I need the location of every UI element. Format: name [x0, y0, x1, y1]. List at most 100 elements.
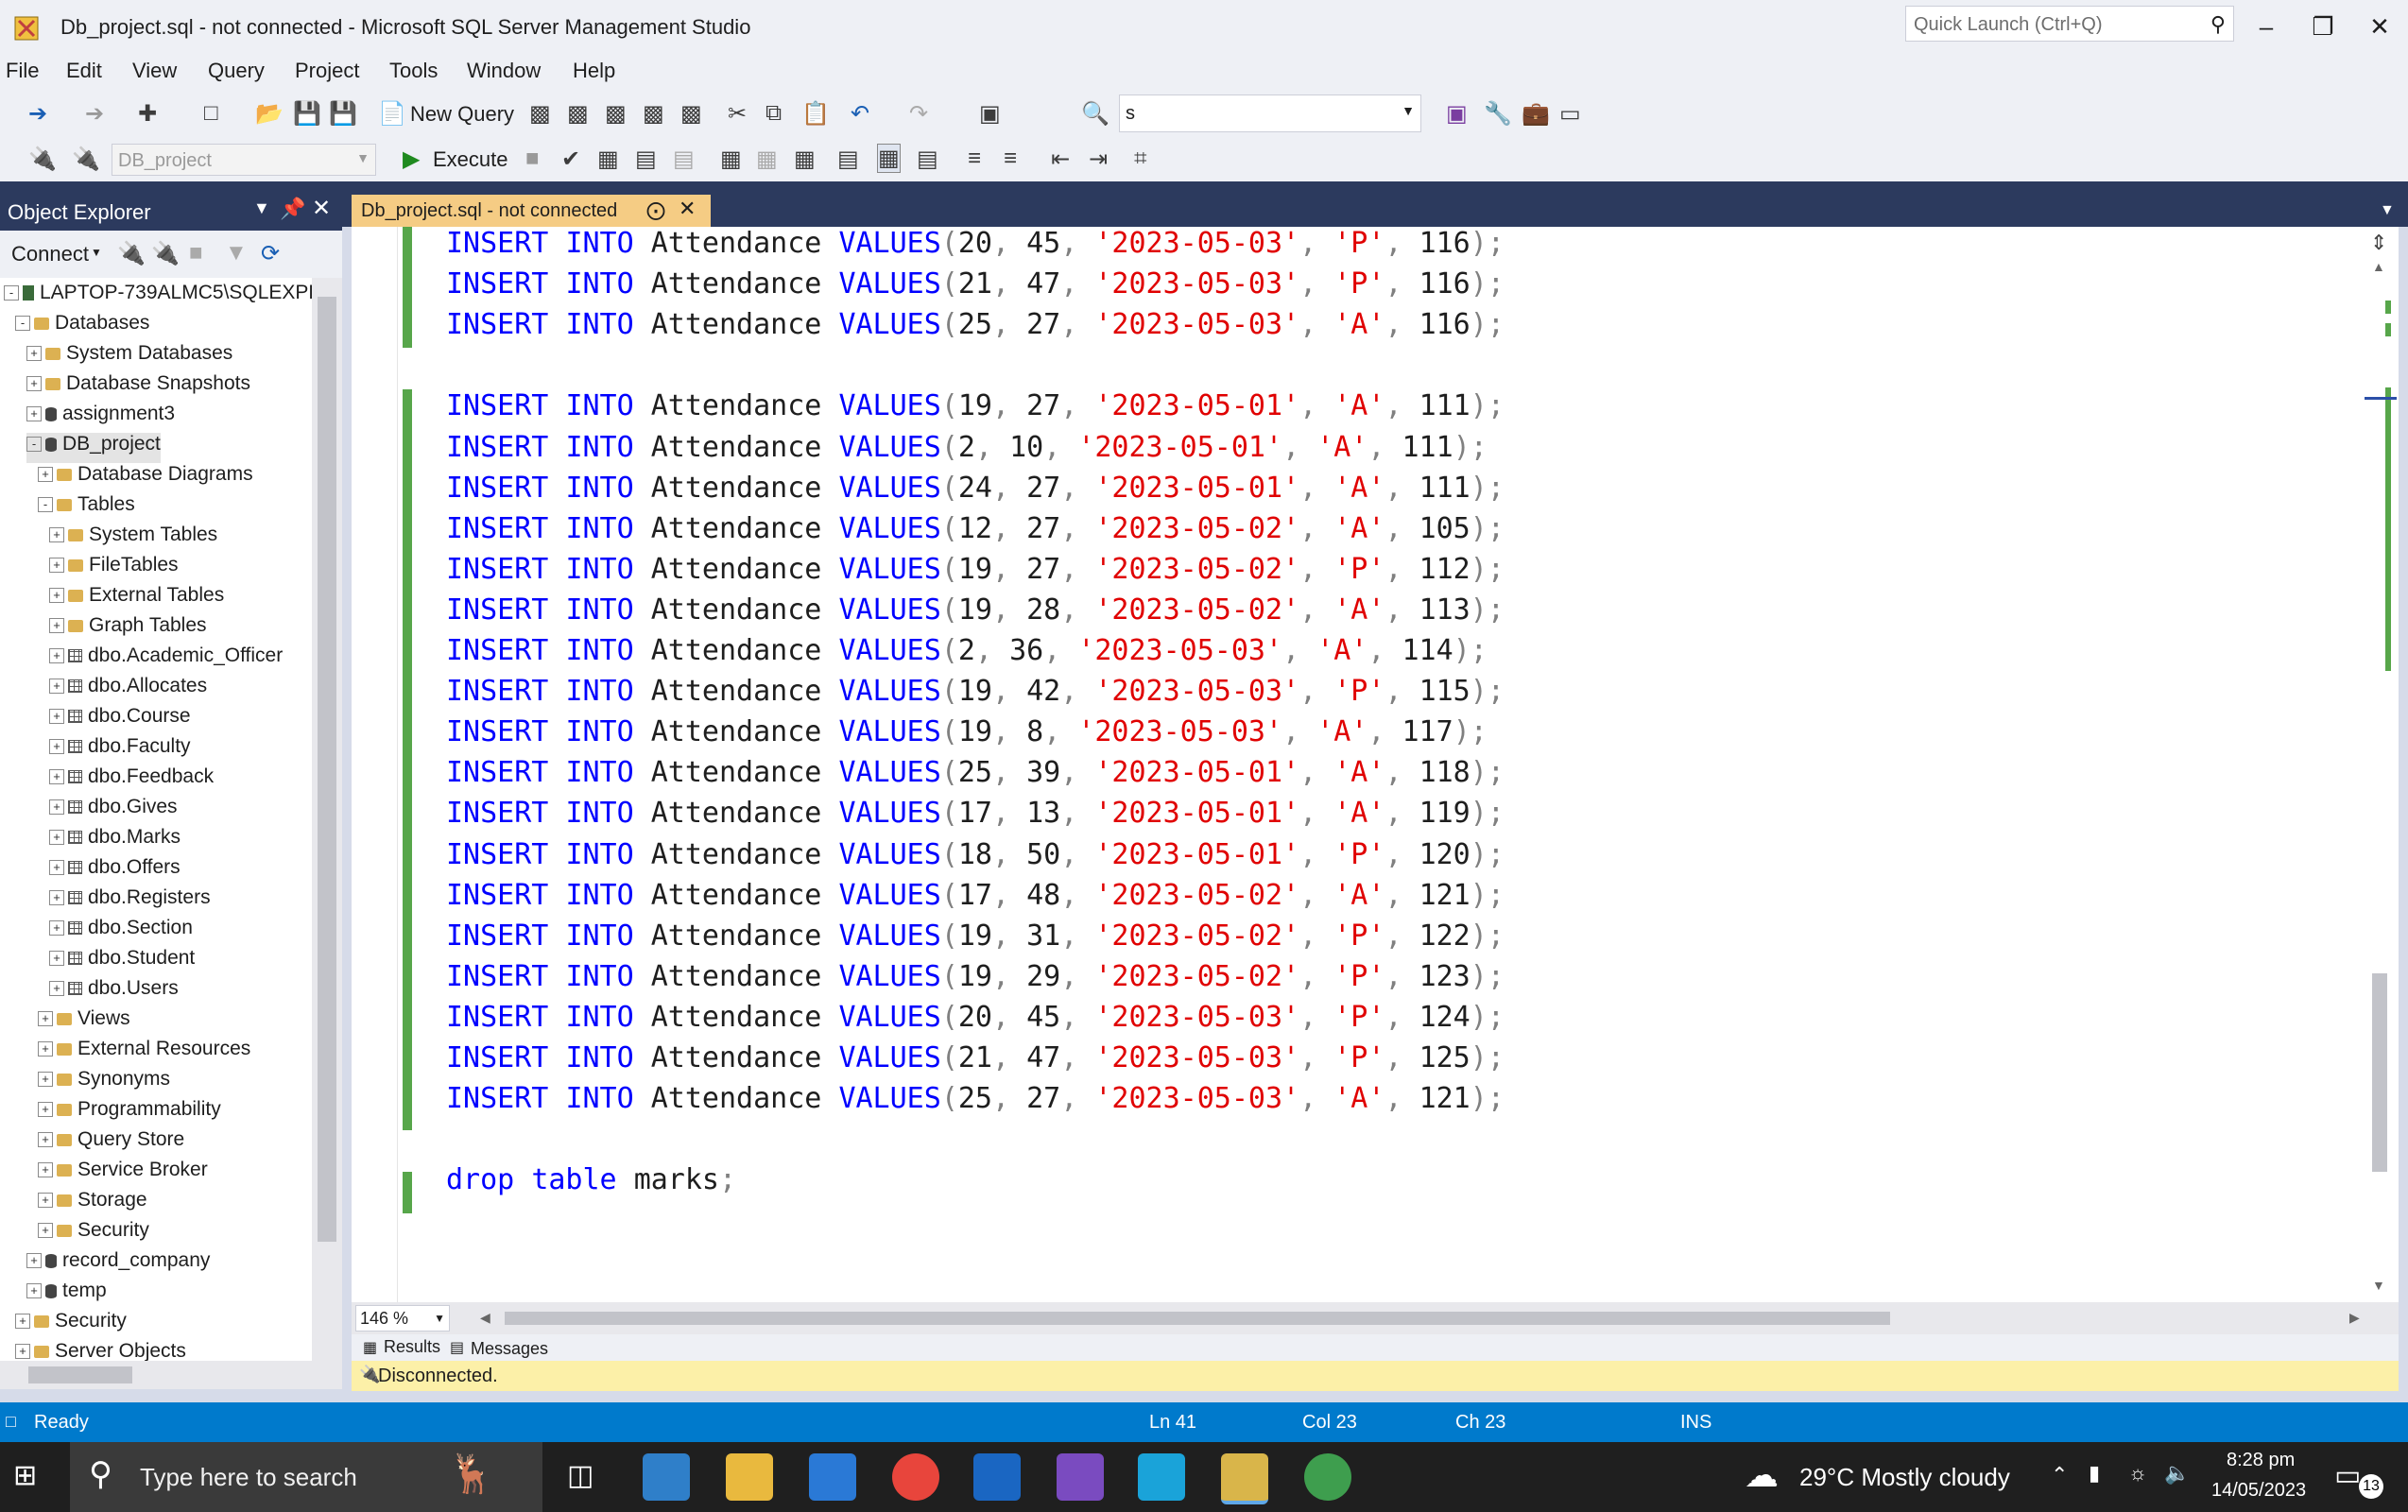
code-line[interactable]: INSERT INTO Attendance VALUES(17, 13, '2…: [446, 797, 1505, 836]
properties-wrench-icon[interactable]: 🔧: [1484, 100, 1512, 128]
expand-icon[interactable]: +: [49, 920, 64, 936]
decrease-indent-icon[interactable]: ⇤: [1051, 146, 1070, 173]
notifications-icon[interactable]: ▭: [2334, 1459, 2361, 1492]
tree-node[interactable]: + dbo.Feedback: [49, 765, 214, 796]
tree-node[interactable]: - Tables: [38, 493, 135, 524]
code-line[interactable]: INSERT INTO Attendance VALUES(21, 47, '2…: [446, 267, 1505, 307]
stop-icon[interactable]: ■: [525, 146, 540, 172]
tree-node[interactable]: + temp: [26, 1280, 107, 1310]
activity-monitor-icon[interactable]: ▣: [979, 100, 1001, 128]
menu-edit[interactable]: Edit: [66, 59, 102, 83]
code-line[interactable]: INSERT INTO Attendance VALUES(19, 42, '2…: [446, 675, 1505, 714]
expand-icon[interactable]: +: [26, 1283, 42, 1299]
microsoft-store-icon[interactable]: [809, 1453, 856, 1501]
expand-icon[interactable]: +: [49, 648, 64, 664]
menu-tools[interactable]: Tools: [389, 59, 438, 83]
tab-messages[interactable]: Messages: [471, 1339, 548, 1359]
expand-icon[interactable]: +: [49, 799, 64, 816]
chrome-icon[interactable]: [892, 1453, 939, 1501]
code-line[interactable]: INSERT INTO Attendance VALUES(18, 50, '2…: [446, 838, 1505, 878]
database-selector[interactable]: DB_project ▼: [112, 144, 376, 176]
close-icon[interactable]: ✕: [312, 195, 331, 222]
code-line[interactable]: INSERT INTO Attendance VALUES(19, 29, '2…: [446, 960, 1505, 1000]
save-all-icon[interactable]: 💾: [329, 100, 357, 128]
parse-check-icon[interactable]: ✔: [561, 146, 580, 173]
volume-icon[interactable]: 🔈: [2164, 1461, 2190, 1486]
query-analysis-icon[interactable]: ▩: [680, 100, 702, 128]
tree-node[interactable]: + FileTables: [49, 554, 179, 584]
weather-text[interactable]: 29°C Mostly cloudy: [1799, 1463, 2010, 1492]
comment-icon[interactable]: ≡: [968, 146, 981, 172]
disconnect-icon[interactable]: 🔌: [151, 240, 180, 267]
tree-node[interactable]: + dbo.Faculty: [49, 735, 191, 765]
copy-icon[interactable]: ⧉: [765, 100, 782, 127]
expand-icon[interactable]: +: [15, 1344, 30, 1360]
query-xmla-icon[interactable]: ▩: [605, 100, 627, 128]
window-layout-icon[interactable]: ▭: [1559, 100, 1581, 128]
code-line[interactable]: INSERT INTO Attendance VALUES(20, 45, '2…: [446, 227, 1505, 266]
close-tab-icon[interactable]: ✕: [679, 197, 696, 221]
open-file-icon[interactable]: 📂: [255, 100, 284, 128]
editor-vscrollbar[interactable]: ⇕ ▲ ▼: [2361, 227, 2399, 1302]
collapse-icon[interactable]: -: [15, 316, 30, 332]
tree-node[interactable]: + dbo.Gives: [49, 796, 178, 826]
include-plan-icon[interactable]: ▦: [720, 146, 742, 173]
expand-icon[interactable]: +: [38, 1011, 53, 1027]
tree-node[interactable]: + Graph Tables: [49, 614, 207, 644]
query-dmx-icon[interactable]: ▩: [567, 100, 589, 128]
expand-icon[interactable]: +: [49, 769, 64, 785]
new-query-icon[interactable]: 📄: [378, 100, 406, 128]
scroll-thumb[interactable]: [505, 1312, 1890, 1325]
tree-node[interactable]: + Security: [38, 1219, 149, 1249]
menu-help[interactable]: Help: [573, 59, 615, 83]
code-line[interactable]: INSERT INTO Attendance VALUES(17, 48, '2…: [446, 879, 1505, 919]
redo-icon[interactable]: ↷: [909, 100, 928, 128]
execute-button[interactable]: Execute: [433, 147, 508, 172]
results-to-text-icon[interactable]: ▤: [837, 146, 859, 173]
filter-icon[interactable]: ▼: [225, 240, 248, 266]
tree-node[interactable]: + Query Store: [38, 1128, 184, 1159]
maximize-button[interactable]: ❐: [2295, 8, 2351, 45]
vs-icon[interactable]: ▣: [1446, 100, 1468, 128]
menu-project[interactable]: Project: [295, 59, 359, 83]
expand-icon[interactable]: +: [38, 1223, 53, 1239]
execute-play-icon[interactable]: ▶: [403, 146, 420, 173]
object-explorer-vscrollbar[interactable]: [312, 278, 342, 1370]
new-query-button[interactable]: New Query: [410, 102, 514, 127]
split-icon[interactable]: ⇕: [2370, 231, 2387, 255]
scroll-right-icon[interactable]: ▶: [2349, 1310, 2360, 1326]
task-view-icon[interactable]: ◫: [567, 1459, 593, 1492]
tree-node[interactable]: - DB_project: [26, 433, 161, 463]
tree-node[interactable]: + System Databases: [26, 342, 232, 372]
tree-node[interactable]: + System Tables: [49, 524, 217, 554]
clock-time[interactable]: 8:28 pm: [2227, 1450, 2295, 1471]
tree-node[interactable]: + record_company: [26, 1249, 210, 1280]
code-line[interactable]: INSERT INTO Attendance VALUES(24, 27, '2…: [446, 472, 1505, 511]
live-stats-icon[interactable]: ▦: [756, 146, 778, 173]
expand-icon[interactable]: +: [38, 1102, 53, 1118]
pin-icon[interactable]: 📌: [280, 197, 305, 221]
expand-icon[interactable]: +: [38, 467, 53, 483]
specify-values-icon[interactable]: ⌗: [1134, 146, 1147, 172]
connect-icon[interactable]: 🔌: [28, 146, 57, 173]
change-connection-icon[interactable]: 🔌: [72, 146, 100, 173]
expand-icon[interactable]: +: [49, 679, 64, 695]
expand-icon[interactable]: +: [38, 1193, 53, 1209]
expand-icon[interactable]: +: [38, 1162, 53, 1178]
expand-icon[interactable]: +: [38, 1132, 53, 1148]
chevron-down-icon[interactable]: ▼: [2380, 202, 2395, 219]
expand-icon[interactable]: +: [49, 527, 64, 543]
file-explorer-icon[interactable]: [726, 1453, 773, 1501]
code-line[interactable]: INSERT INTO Attendance VALUES(19, 27, '2…: [446, 553, 1505, 593]
expand-icon[interactable]: +: [49, 709, 64, 725]
query-dax-icon[interactable]: ▩: [643, 100, 664, 128]
zoom-selector[interactable]: 146 % ▼: [355, 1305, 450, 1332]
tree-node[interactable]: + Security: [15, 1310, 127, 1340]
quick-launch-input[interactable]: Quick Launch (Ctrl+Q) ⚲: [1905, 6, 2234, 42]
scroll-thumb[interactable]: [28, 1366, 132, 1383]
taskbar-search[interactable]: ⚲ Type here to search 🦌: [70, 1442, 542, 1512]
intellisense-icon[interactable]: ▤: [673, 146, 695, 173]
tree-node[interactable]: - LAPTOP-739ALMC5\SQLEXPRE: [4, 282, 312, 312]
undo-icon[interactable]: ↶: [851, 100, 869, 128]
tree-node[interactable]: + dbo.Academic_Officer: [49, 644, 283, 675]
